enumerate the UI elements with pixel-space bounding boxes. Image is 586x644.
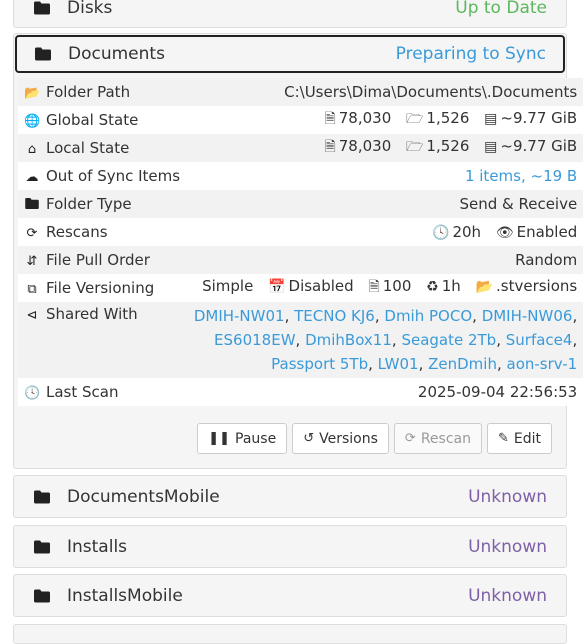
versioning-path: .stversions — [496, 277, 578, 295]
folder-open-icon: 📂 — [475, 279, 493, 295]
folder-open-icon: 📂 — [24, 86, 41, 101]
device-link[interactable]: DMIH-NW01 — [194, 307, 285, 325]
device-link[interactable]: Seagate 2Tb — [401, 331, 496, 349]
folder-panel-next[interactable] — [13, 624, 567, 644]
hdd-icon: ▤ — [484, 139, 498, 155]
folder-outline-icon: 🗁 — [406, 111, 424, 127]
detail-row-folder-type: Folder Type Send & Receive — [18, 190, 584, 218]
file-icon: 🗎 — [324, 111, 336, 127]
detail-row-pull-order: ⇵ File Pull Order Random — [18, 246, 584, 274]
device-link[interactable]: DMIH-NW06 — [482, 307, 573, 325]
versioning-type: Simple — [202, 277, 254, 295]
folder-name: Disks — [67, 0, 113, 18]
versions-button[interactable]: ↺ Versions — [292, 423, 389, 454]
folder-name: DocumentsMobile — [67, 486, 220, 507]
folder-icon — [24, 198, 40, 213]
folder-status: Unknown — [468, 585, 547, 606]
folder-details-table: 📂 Folder Path C:\Users\Dima\Documents\.Do… — [18, 78, 584, 406]
device-link[interactable]: Dmih POCO — [384, 307, 472, 325]
rescan-button[interactable]: ⟳ Rescan — [393, 423, 482, 454]
rescan-interval: 20h — [452, 223, 482, 241]
versioning-cleanup: Disabled — [288, 277, 354, 295]
clock-icon: 🕓 — [24, 386, 41, 401]
pencil-icon: ✎ — [497, 431, 509, 446]
archive-file-icon: 🗎 — [368, 279, 380, 295]
folder-icon — [34, 540, 50, 553]
folder-header-documents[interactable]: Documents Preparing to Sync — [15, 35, 565, 73]
folder-name: Documents — [68, 44, 165, 64]
detail-row-global-state: 🌐 Global State 🗎 78,030 🗁 1,526 ▤ ~9.77 GiB — [18, 106, 584, 134]
out-of-sync-link[interactable]: 1 items, ~19 B — [465, 167, 577, 185]
folder-icon — [34, 2, 50, 15]
detail-row-folder-path: 📂 Folder Path C:\Users\Dima\Documents\.Do… — [18, 78, 584, 106]
folder-panel-installsmobile[interactable]: InstallsMobile Unknown — [13, 574, 567, 617]
refresh-icon: ⟳ — [26, 226, 38, 241]
device-link[interactable]: aon-srv-1 — [507, 355, 578, 373]
detail-row-last-scan: 🕓 Last Scan 2025-09-04 22:56:53 — [18, 378, 584, 406]
folder-status: Unknown — [468, 536, 547, 557]
versioning-keep: 100 — [382, 277, 412, 295]
global-files-count: 78,030 — [338, 109, 392, 127]
hdd-icon: ▤ — [484, 111, 498, 127]
folder-panel-disks[interactable]: Disks Up to Date — [13, 0, 567, 28]
device-link[interactable]: LW01 — [378, 355, 419, 373]
calendar-icon: 📅 — [268, 279, 286, 295]
folder-path-value: C:\Users\Dima\Documents\.Documents — [186, 78, 584, 106]
shared-devices-list: DMIH-NW01, TECNO KJ6, Dmih POCO, DMIH-NW… — [186, 302, 584, 378]
global-size: ~9.77 GiB — [500, 109, 578, 127]
folder-type-value: Send & Receive — [186, 190, 584, 218]
folder-outline-icon: 🗁 — [406, 139, 424, 155]
device-link[interactable]: ES6018EW — [214, 331, 295, 349]
recycle-icon: ♻ — [426, 279, 439, 295]
folder-icon — [34, 589, 50, 602]
local-size: ~9.77 GiB — [500, 137, 578, 155]
local-files-count: 78,030 — [338, 137, 392, 155]
detail-row-out-of-sync: ☁ Out of Sync Items 1 items, ~19 B — [18, 162, 584, 190]
clock-icon: 🕓 — [432, 225, 450, 241]
pause-icon: ❚❚ — [208, 431, 231, 446]
folder-panel-installs[interactable]: Installs Unknown — [13, 525, 567, 568]
device-link[interactable]: DmihBox11 — [305, 331, 392, 349]
folder-actions: ❚❚ Pause ↺ Versions ⟳ Rescan ✎ Edit — [197, 423, 552, 454]
folder-status: Up to Date — [455, 0, 547, 18]
global-dirs-count: 1,526 — [426, 109, 470, 127]
history-icon: ↺ — [303, 431, 315, 446]
folder-panel-documentsmobile[interactable]: DocumentsMobile Unknown — [13, 475, 567, 518]
pause-button[interactable]: ❚❚ Pause — [197, 423, 288, 454]
detail-row-shared-with: ⊲ Shared With DMIH-NW01, TECNO KJ6, Dmih … — [18, 302, 584, 378]
folder-icon — [35, 48, 51, 61]
folder-status: Preparing to Sync — [395, 44, 546, 64]
globe-icon: 🌐 — [24, 114, 41, 129]
pull-order-value: Random — [186, 246, 584, 274]
home-icon: ⌂ — [27, 142, 37, 157]
detail-row-local-state: ⌂ Local State 🗎 78,030 🗁 1,526 ▤ ~9.77 GiB — [18, 134, 584, 162]
versioning-interval: 1h — [441, 277, 461, 295]
folder-name: InstallsMobile — [67, 585, 183, 606]
device-link[interactable]: TECNO KJ6 — [294, 307, 375, 325]
folder-panel-documents: Documents Preparing to Sync 📂 Folder Path… — [13, 33, 584, 469]
cloud-download-icon: ☁ — [25, 170, 39, 185]
watcher-status: Enabled — [516, 223, 578, 241]
device-link[interactable]: ZenDmih — [428, 355, 497, 373]
last-scan-value: 2025-09-04 22:56:53 — [186, 378, 584, 406]
detail-row-versioning: ⧉ File Versioning Simple 📅 Disabled 🗎 100 ♻… — [18, 274, 584, 302]
eye-icon: 👁 — [495, 225, 514, 241]
folder-icon — [34, 490, 50, 503]
device-link[interactable]: Passport 5Tb — [271, 355, 368, 373]
share-icon: ⊲ — [26, 308, 38, 323]
folder-name: Installs — [67, 536, 128, 557]
edit-button[interactable]: ✎ Edit — [486, 423, 552, 454]
detail-row-rescans: ⟳ Rescans 🕓 20h 👁 Enabled — [18, 218, 584, 246]
device-link[interactable]: Surface4 — [506, 331, 573, 349]
copy-icon: ⧉ — [27, 282, 37, 297]
file-icon: 🗎 — [324, 139, 336, 155]
local-dirs-count: 1,526 — [426, 137, 470, 155]
folder-status: Unknown — [468, 486, 547, 507]
refresh-icon: ⟳ — [404, 431, 416, 446]
sort-icon: ⇵ — [26, 254, 38, 269]
